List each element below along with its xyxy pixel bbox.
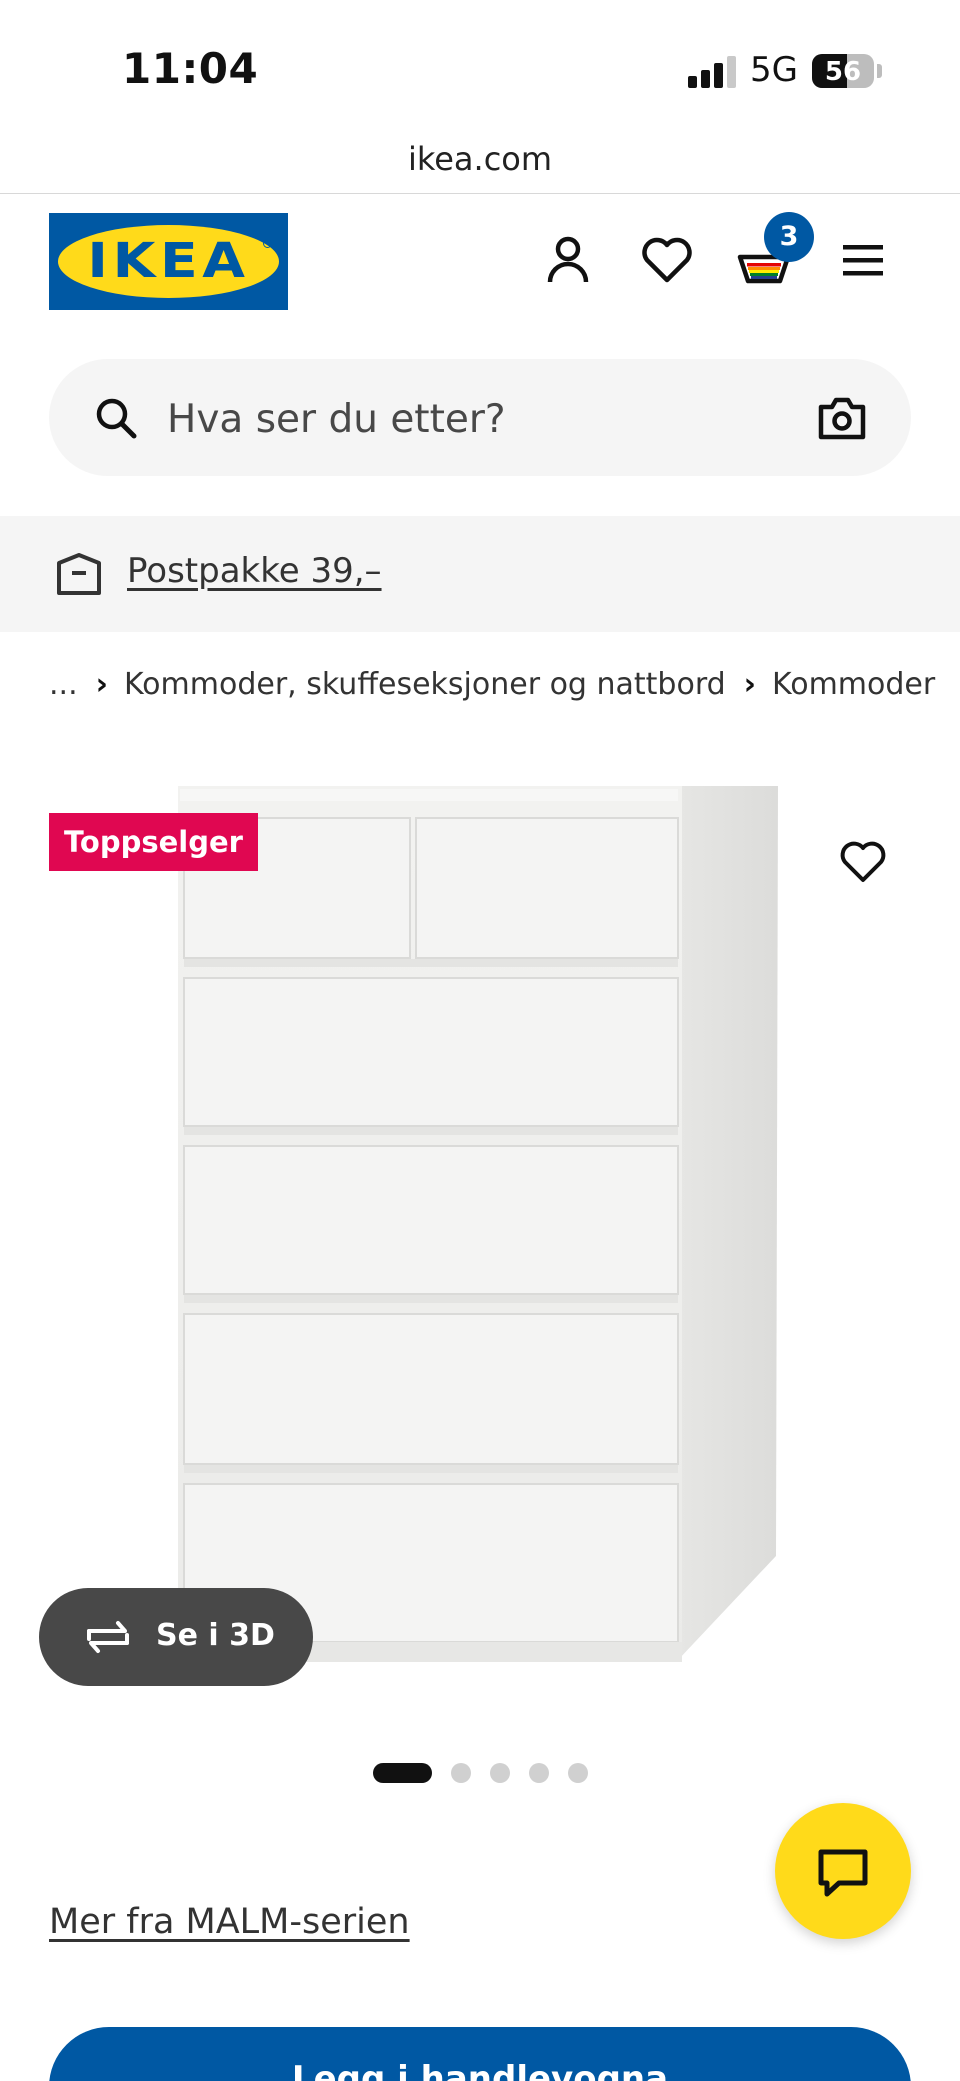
chevron-right-icon: › bbox=[95, 667, 108, 702]
chat-icon bbox=[818, 1849, 868, 1897]
chevron-right-icon: › bbox=[743, 667, 757, 702]
cart-count-badge: 3 bbox=[764, 212, 814, 262]
delivery-promo-link[interactable]: Postpakke 39,– bbox=[127, 551, 382, 591]
add-to-favourites-icon[interactable] bbox=[837, 836, 889, 888]
status-time: 11:04 bbox=[122, 44, 259, 93]
more-from-series-link[interactable]: Mer fra MALM-serien bbox=[49, 1902, 410, 1942]
battery-level: 56 bbox=[824, 57, 862, 87]
add-to-cart-label: Legg i handlevogna bbox=[291, 2059, 669, 2081]
search-input[interactable]: Hva ser du etter? bbox=[167, 397, 506, 442]
rotate-3d-icon bbox=[87, 1621, 129, 1653]
carousel-dot[interactable] bbox=[529, 1763, 549, 1783]
delivery-promo-banner: Postpakke 39,– bbox=[0, 516, 960, 632]
breadcrumb-item[interactable]: Kommoder, skuffeseksjoner og nattbord bbox=[124, 667, 726, 702]
breadcrumb-item[interactable]: Kommoder bbox=[772, 667, 935, 702]
view-in-3d-label: Se i 3D bbox=[156, 1618, 275, 1653]
ikea-logo[interactable]: IKEA bbox=[49, 213, 288, 310]
favourites-icon[interactable] bbox=[639, 232, 695, 288]
search-icon bbox=[96, 398, 137, 439]
signal-icon bbox=[688, 56, 736, 88]
breadcrumb: ... › Kommoder, skuffeseksjoner og nattbor… bbox=[49, 667, 935, 702]
add-to-cart-button[interactable]: Legg i handlevogna bbox=[49, 2027, 911, 2081]
menu-icon[interactable] bbox=[835, 232, 891, 288]
browser-url[interactable]: ikea.com bbox=[0, 140, 960, 178]
camera-search-icon[interactable] bbox=[817, 395, 867, 441]
account-icon[interactable] bbox=[540, 232, 596, 288]
search-field[interactable]: Hva ser du etter? bbox=[49, 359, 911, 476]
network-type: 5G bbox=[750, 50, 798, 90]
topseller-badge: Toppselger bbox=[49, 813, 258, 871]
parcel-icon bbox=[57, 553, 101, 595]
chat-button[interactable] bbox=[775, 1803, 911, 1939]
divider bbox=[0, 193, 960, 194]
carousel-dot[interactable] bbox=[451, 1763, 471, 1783]
carousel-dot[interactable] bbox=[490, 1763, 510, 1783]
battery-tip bbox=[877, 64, 882, 78]
battery-icon: 56 bbox=[812, 54, 874, 88]
carousel-dot-active[interactable] bbox=[373, 1763, 432, 1783]
product-image[interactable] bbox=[178, 786, 778, 1662]
status-bar: 11:04 5G 56 bbox=[0, 0, 960, 130]
carousel-dot[interactable] bbox=[568, 1763, 588, 1783]
breadcrumb-item[interactable]: ... bbox=[49, 667, 78, 702]
view-in-3d-button[interactable]: Se i 3D bbox=[39, 1588, 313, 1686]
